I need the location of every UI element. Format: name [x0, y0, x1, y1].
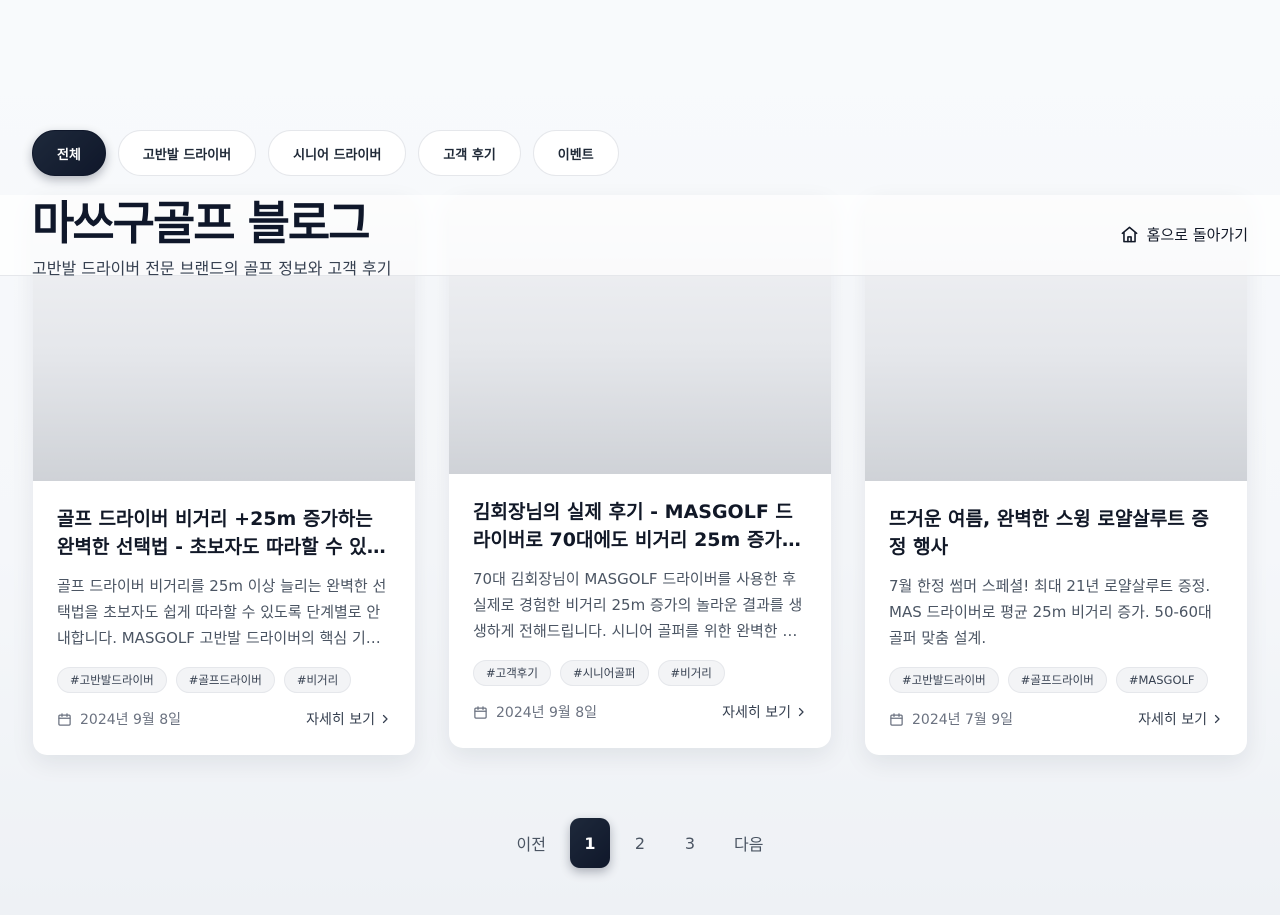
home-link[interactable]: 홈으로 돌아가기 — [1120, 224, 1248, 245]
post-tag[interactable]: #고반발드라이버 — [57, 667, 167, 693]
post-card[interactable]: 골프 드라이버 비거리 +25m 증가하는 완벽한 선택법 - 초보자도 따라할… — [33, 195, 415, 755]
post-tags: #고반발드라이버 #골프드라이버 #MASGOLF — [889, 667, 1223, 693]
calendar-icon — [58, 712, 71, 726]
post-date-text: 2024년 7월 9일 — [912, 712, 1013, 728]
filter-high-rebound-driver[interactable]: 고반발 드라이버 — [117, 130, 257, 176]
post-tag[interactable]: #고반발드라이버 — [889, 667, 999, 693]
filter-senior-driver[interactable]: 시니어 드라이버 — [268, 130, 407, 176]
pagination: 이전 1 2 3 다음 — [0, 818, 1280, 868]
post-excerpt: 골프 드라이버 비거리를 25m 이상 늘리는 완벽한 선택법을 초보자도 쉽게… — [57, 577, 387, 647]
filter-events[interactable]: 이벤트 — [532, 130, 619, 176]
post-card[interactable]: 뜨거운 여름, 완벽한 스윙 로얄살루트 증정 행사 7월 한정 썸머 스페셜!… — [865, 195, 1247, 755]
post-title[interactable]: 골프 드라이버 비거리 +25m 증가하는 완벽한 선택법 - 초보자도 따라할… — [57, 505, 391, 561]
post-tag[interactable]: #골프드라이버 — [1007, 667, 1107, 693]
calendar-icon — [474, 705, 487, 719]
post-tag[interactable]: #고객후기 — [473, 660, 551, 686]
post-tags: #고반발드라이버 #골프드라이버 #비거리 — [57, 667, 391, 693]
post-date: 2024년 9월 8일 — [57, 709, 181, 729]
post-card[interactable]: 김회장님의 실제 후기 - MASGOLF 드라이버로 70대에도 비거리 25… — [449, 195, 831, 748]
post-title[interactable]: 김회장님의 실제 후기 - MASGOLF 드라이버로 70대에도 비거리 25… — [473, 498, 807, 554]
home-icon — [1121, 226, 1138, 243]
post-date-text: 2024년 9월 8일 — [496, 705, 597, 721]
category-filters: 전체 고반발 드라이버 시니어 드라이버 고객 후기 이벤트 — [32, 130, 619, 176]
page-title: 마쓰구골프 블로그 — [32, 196, 371, 250]
read-more-label: 자세히 보기 — [722, 705, 791, 721]
chevron-right-icon — [798, 707, 804, 717]
page-button-2[interactable]: 2 — [620, 818, 660, 868]
post-date-text: 2024년 9월 8일 — [80, 712, 181, 728]
post-tag[interactable]: #비거리 — [283, 667, 352, 693]
home-link-label: 홈으로 돌아가기 — [1146, 226, 1248, 244]
read-more-label: 자세히 보기 — [306, 712, 375, 728]
filter-customer-reviews[interactable]: 고객 후기 — [418, 130, 521, 176]
post-tag[interactable]: #골프드라이버 — [175, 667, 275, 693]
post-excerpt: 70대 김회장님이 MASGOLF 드라이버를 사용한 후 실제로 경험한 비거… — [473, 570, 803, 640]
read-more-label: 자세히 보기 — [1138, 712, 1207, 728]
chevron-right-icon — [1214, 714, 1220, 724]
post-tag[interactable]: #비거리 — [657, 660, 725, 686]
page-button-3[interactable]: 3 — [670, 818, 710, 868]
post-excerpt: 7월 한정 썸머 스페셜! 최대 21년 로얄살루트 증정. MAS 드라이버로… — [889, 577, 1212, 647]
post-tag[interactable]: #MASGOLF — [1115, 667, 1208, 693]
read-more-link[interactable]: 자세히 보기 — [722, 702, 807, 722]
read-more-link[interactable]: 자세히 보기 — [306, 709, 391, 729]
post-date: 2024년 7월 9일 — [889, 709, 1013, 729]
filter-all[interactable]: 전체 — [32, 130, 106, 176]
next-page-button[interactable]: 다음 — [720, 818, 777, 868]
page-button-1[interactable]: 1 — [570, 818, 610, 868]
prev-page-button[interactable]: 이전 — [503, 818, 560, 868]
post-date: 2024년 9월 8일 — [473, 702, 597, 722]
blog-page: 전체 고반발 드라이버 시니어 드라이버 고객 후기 이벤트 마쓰구골프 블로그… — [0, 0, 1280, 915]
calendar-icon — [890, 712, 903, 726]
post-tag[interactable]: #시니어골퍼 — [559, 660, 649, 686]
chevron-right-icon — [382, 714, 388, 724]
page-subtitle: 고반발 드라이버 전문 브랜드의 골프 정보와 고객 후기 — [32, 259, 392, 278]
post-tags: #고객후기 #시니어골퍼 #비거리 — [473, 660, 807, 686]
post-title[interactable]: 뜨거운 여름, 완벽한 스윙 로얄살루트 증정 행사 — [889, 505, 1223, 561]
read-more-link[interactable]: 자세히 보기 — [1138, 709, 1223, 729]
